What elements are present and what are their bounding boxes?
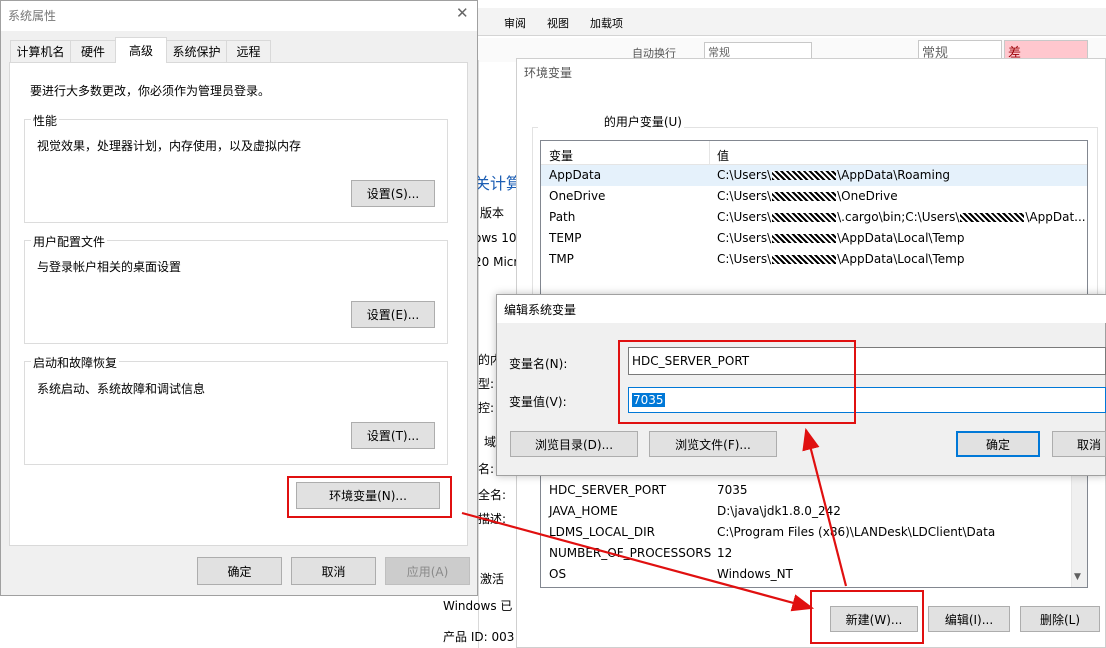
arrow-new-to-edit <box>802 427 848 587</box>
tab-advanced[interactable]: 高级 <box>115 37 167 63</box>
annotation-arrows <box>461 427 848 612</box>
arrow-env-to-new <box>461 511 815 612</box>
